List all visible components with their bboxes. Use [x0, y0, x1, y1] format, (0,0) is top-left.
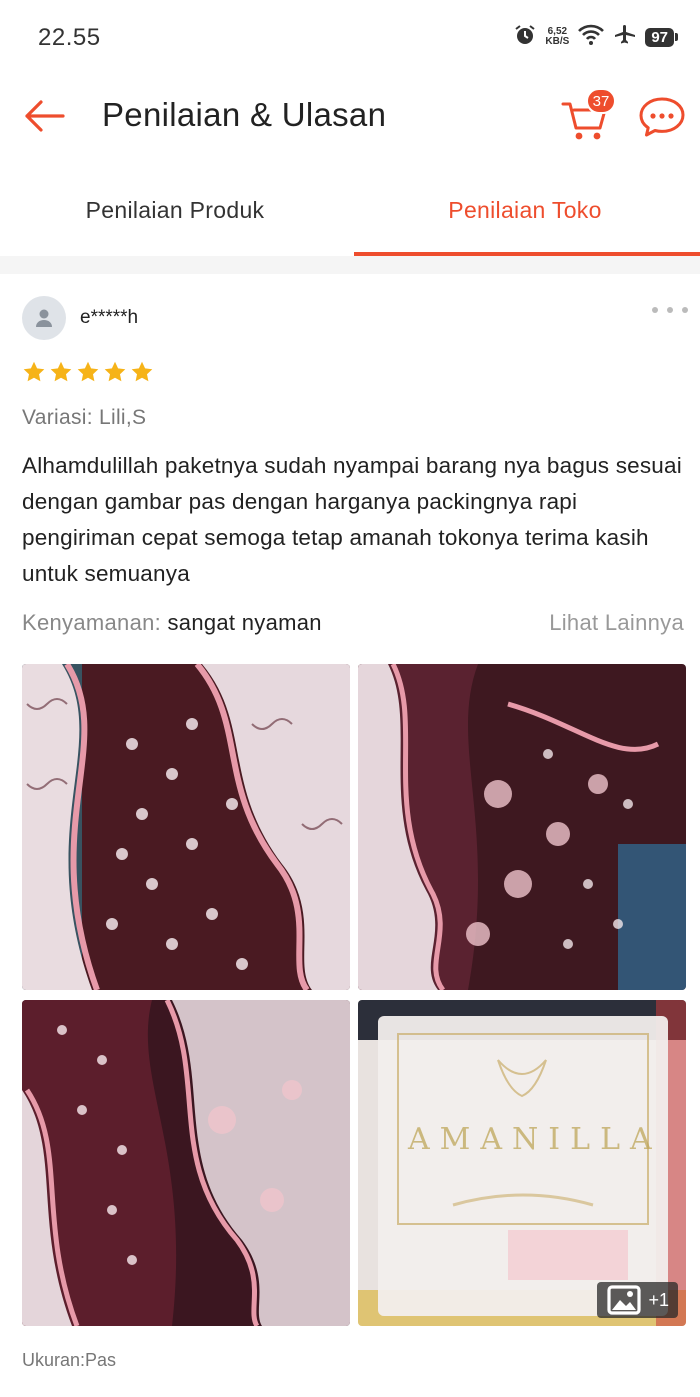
- comfort-label: Kenyamanan:: [22, 610, 162, 635]
- network-speed: 6,52 KB/S: [545, 27, 569, 47]
- page-title: Penilaian & Ulasan: [102, 96, 387, 133]
- star-rating: [22, 360, 154, 389]
- more-photos-badge[interactable]: +1: [597, 1282, 678, 1318]
- avatar[interactable]: [22, 296, 66, 340]
- cart-count-badge: 37: [586, 88, 616, 114]
- chat-button[interactable]: [638, 96, 688, 140]
- net-speed-unit: KB/S: [545, 36, 570, 47]
- review-text: Alhamdulillah paketnya sudah nyampai bar…: [22, 453, 682, 586]
- review-photo-3[interactable]: [22, 1000, 350, 1326]
- back-button[interactable]: [20, 94, 68, 138]
- review-photo-2[interactable]: [358, 664, 686, 990]
- size-fit-label: Ukuran:Pas: [22, 1350, 117, 1370]
- cart-button[interactable]: 37: [560, 88, 616, 142]
- review-photo-1[interactable]: [22, 664, 350, 990]
- review-tabs: Penilaian Produk Penilaian Toko: [0, 166, 700, 256]
- star-icon: [49, 360, 73, 389]
- star-icon: [76, 360, 100, 389]
- tab-penilaian-produk[interactable]: Penilaian Produk: [0, 166, 350, 254]
- reviewer-username: e*****h: [80, 307, 139, 328]
- comfort-rating: Kenyamanan: sangat nyaman: [22, 610, 322, 636]
- packaging-brand-text: AMANILLA: [408, 1122, 662, 1157]
- star-icon: [130, 360, 154, 389]
- image-icon: [607, 1285, 642, 1315]
- status-icons: 6,52 KB/S 97: [513, 22, 678, 52]
- dot-icon: [667, 307, 673, 313]
- dot-icon: [652, 307, 658, 313]
- wifi-icon: [577, 23, 605, 52]
- more-options-button[interactable]: [652, 302, 688, 318]
- extra-photos-count: +1: [648, 1289, 669, 1310]
- section-divider: [0, 256, 700, 274]
- battery-indicator: 97: [645, 27, 678, 47]
- star-icon: [22, 360, 46, 389]
- dot-icon: [682, 307, 688, 313]
- battery-tip: [675, 33, 678, 41]
- user-icon: [36, 309, 52, 327]
- chat-icon: [639, 97, 685, 137]
- status-bar: 22.55 6,52 KB/S 97: [0, 0, 700, 76]
- star-icon: [103, 360, 127, 389]
- alarm-icon: [513, 23, 537, 52]
- airplane-icon: [613, 23, 637, 52]
- tab-penilaian-toko[interactable]: Penilaian Toko: [350, 166, 700, 256]
- see-more-link[interactable]: Lihat Lainnya: [549, 610, 684, 636]
- status-time: 22.55: [38, 24, 101, 51]
- product-variation: Variasi: Lili,S: [22, 406, 147, 429]
- comfort-value: sangat nyaman: [167, 610, 322, 635]
- app-header: Penilaian & Ulasan 37: [0, 76, 700, 156]
- battery-level: 97: [645, 27, 674, 47]
- arrow-left-icon: [25, 100, 65, 132]
- review-photo-4[interactable]: AMANILLA +1: [358, 1000, 686, 1326]
